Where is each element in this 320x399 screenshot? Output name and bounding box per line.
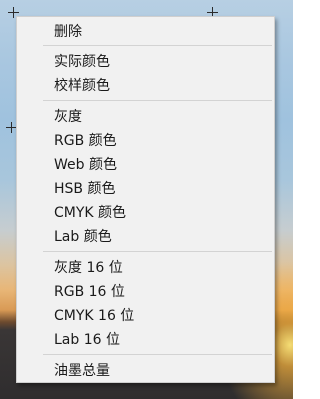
menu-item-grayscale[interactable]: 灰度 [17, 105, 274, 129]
menu-item-hsb-color[interactable]: HSB 颜色 [17, 177, 274, 201]
menu-item-lab-16bit[interactable]: Lab 16 位 [17, 328, 274, 352]
menu-item-proof-color[interactable]: 校样颜色 [17, 74, 274, 98]
menu-item-web-color[interactable]: Web 颜色 [17, 153, 274, 177]
menu-separator [43, 251, 272, 252]
menu-separator [43, 354, 272, 355]
menu-separator [43, 100, 272, 101]
menu-item-cmyk-16bit[interactable]: CMYK 16 位 [17, 304, 274, 328]
menu-item-lab-color[interactable]: Lab 颜色 [17, 225, 274, 249]
menu-item-rgb-16bit[interactable]: RGB 16 位 [17, 280, 274, 304]
menu-item-cmyk-color[interactable]: CMYK 颜色 [17, 201, 274, 225]
menu-item-actual-color[interactable]: 实际颜色 [17, 50, 274, 74]
menu-item-grayscale-16bit[interactable]: 灰度 16 位 [17, 256, 274, 280]
color-sampler-context-menu: 删除 实际颜色 校样颜色 灰度 RGB 颜色 Web 颜色 HSB 颜色 CMY… [16, 16, 275, 383]
menu-separator [43, 45, 272, 46]
menu-item-rgb-color[interactable]: RGB 颜色 [17, 129, 274, 153]
menu-item-total-ink[interactable]: 油墨总量 [17, 359, 274, 383]
menu-item-delete[interactable]: 删除 [17, 20, 274, 44]
